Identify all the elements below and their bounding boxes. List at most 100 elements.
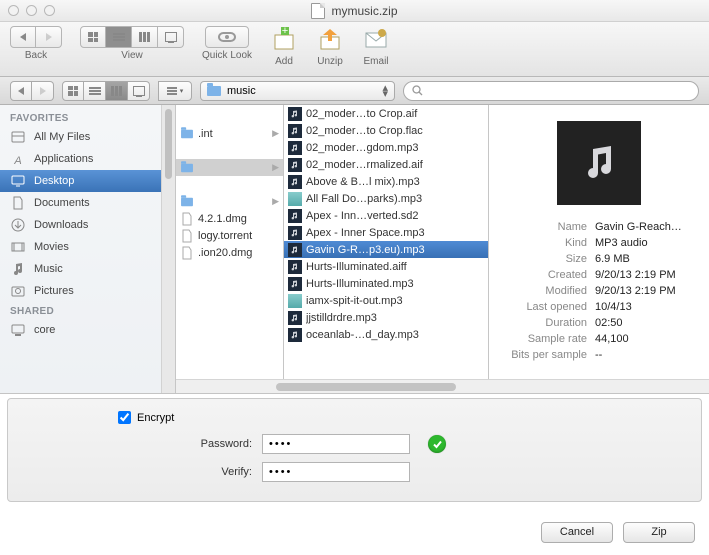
metadata-key: Size	[505, 253, 595, 265]
file-name: Hurts-Illuminated.aiff	[306, 261, 484, 273]
file-icon	[288, 243, 302, 257]
list-item[interactable]: Apex - Inner Space.mp3	[284, 224, 488, 241]
list-item[interactable]: jjstilldrdre.mp3	[284, 309, 488, 326]
file-icon	[288, 141, 302, 155]
folder-icon	[207, 86, 221, 96]
list-item[interactable]: 02_moder…gdom.mp3	[284, 139, 488, 156]
sidebar-item-pictures[interactable]: Pictures	[0, 280, 175, 302]
list-item[interactable]: logy.torrent	[176, 227, 283, 244]
path-folder-select[interactable]: music ▴▾	[200, 81, 395, 101]
list-item[interactable]: 4.2.1.dmg	[176, 210, 283, 227]
sidebar-item-applications[interactable]: A Applications	[0, 148, 175, 170]
list-item[interactable]: Above & B…l mix).mp3	[284, 173, 488, 190]
horizontal-scrollbar[interactable]	[176, 379, 709, 393]
file-icon	[288, 192, 302, 206]
sidebar-item-label: core	[34, 324, 55, 336]
sidebar-item-desktop[interactable]: Desktop	[0, 170, 175, 192]
close-window-button[interactable]	[8, 5, 19, 16]
file-icon	[180, 161, 194, 175]
list-item[interactable]: Hurts-Illuminated.mp3	[284, 275, 488, 292]
sidebar-item-all-my-files[interactable]: All My Files	[0, 126, 175, 148]
zoom-window-button[interactable]	[44, 5, 55, 16]
list-item[interactable]: Apex - Inn…verted.sd2	[284, 207, 488, 224]
file-name: jjstilldrdre.mp3	[306, 312, 484, 324]
sidebar-item-documents[interactable]: Documents	[0, 192, 175, 214]
metadata-row: Name Gavin G-Reach…	[505, 219, 693, 235]
list-item[interactable]: ▶	[176, 159, 283, 176]
metadata-value: MP3 audio	[595, 237, 693, 249]
list-item[interactable]: Hurts-Illuminated.aiff	[284, 258, 488, 275]
coverflow-view-seg[interactable]	[128, 81, 150, 101]
metadata-key: Kind	[505, 237, 595, 249]
list-item[interactable]: .ion20.dmg	[176, 244, 283, 261]
metadata-key: Sample rate	[505, 333, 595, 345]
list-item[interactable]: 02_moder…to Crop.aif	[284, 105, 488, 122]
path-bar: ▾ music ▴▾	[0, 77, 709, 105]
metadata-value: --	[595, 349, 693, 361]
icon-view-seg[interactable]	[62, 81, 84, 101]
quicklook-label: Quick Look	[202, 50, 252, 61]
documents-icon	[10, 195, 26, 211]
coverflow-view-button[interactable]	[158, 26, 184, 48]
zip-file-icon	[311, 3, 325, 19]
search-field[interactable]	[403, 81, 699, 101]
password-label: Password:	[26, 438, 252, 450]
movies-icon	[10, 239, 26, 255]
list-view-seg[interactable]	[84, 81, 106, 101]
file-icon	[288, 209, 302, 223]
encrypt-checkbox[interactable]	[118, 411, 131, 424]
file-icon	[180, 195, 194, 209]
back-button[interactable]	[10, 26, 36, 48]
email-button[interactable]	[362, 26, 390, 54]
chevron-right-icon: ▶	[269, 196, 279, 207]
file-name: 02_moder…gdom.mp3	[306, 142, 484, 154]
unzip-label: Unzip	[317, 56, 343, 67]
add-button[interactable]: +	[270, 26, 298, 54]
path-back-button[interactable]	[10, 81, 32, 101]
metadata-row: Kind MP3 audio	[505, 235, 693, 251]
sidebar-section-header: FAVORITES	[0, 109, 175, 126]
column-view-seg[interactable]	[106, 81, 128, 101]
icon-view-button[interactable]	[80, 26, 106, 48]
arrange-menu[interactable]: ▾	[158, 81, 192, 101]
password-field[interactable]: ••••	[262, 434, 410, 454]
list-item[interactable]: 02_moder…to Crop.flac	[284, 122, 488, 139]
sidebar-item-downloads[interactable]: Downloads	[0, 214, 175, 236]
sidebar-item-label: Documents	[34, 197, 90, 209]
file-icon	[288, 175, 302, 189]
list-item[interactable]: Gavin G-R…p3.eu).mp3	[284, 241, 488, 258]
list-item[interactable]: iamx-spit-it-out.mp3	[284, 292, 488, 309]
list-item[interactable]: oceanlab-…d_day.mp3	[284, 326, 488, 343]
list-item[interactable]: All Fall Do…parks).mp3	[284, 190, 488, 207]
file-icon	[288, 277, 302, 291]
cancel-button[interactable]: Cancel	[541, 522, 613, 543]
file-name: 4.2.1.dmg	[198, 213, 279, 225]
add-label: Add	[275, 56, 293, 67]
sidebar: FAVORITES All My Files A Applications De…	[0, 105, 176, 393]
file-name: .int	[198, 128, 265, 140]
path-forward-button[interactable]	[32, 81, 54, 101]
file-icon	[180, 229, 194, 243]
sidebar-item-core[interactable]: core	[0, 319, 175, 341]
list-item[interactable]: ▶	[176, 193, 283, 210]
quicklook-button[interactable]	[205, 26, 249, 48]
sidebar-item-music[interactable]: Music	[0, 258, 175, 280]
minimize-window-button[interactable]	[26, 5, 37, 16]
forward-button[interactable]	[36, 26, 62, 48]
unzip-button[interactable]	[316, 26, 344, 54]
zip-button[interactable]: Zip	[623, 522, 695, 543]
metadata-key: Bits per sample	[505, 349, 595, 361]
sidebar-item-movies[interactable]: Movies	[0, 236, 175, 258]
column-view-button[interactable]	[132, 26, 158, 48]
verify-field[interactable]: ••••	[262, 462, 410, 482]
list-view-button[interactable]	[106, 26, 132, 48]
metadata-row: Created 9/20/13 2:19 PM	[505, 267, 693, 283]
sidebar-scrollbar[interactable]	[161, 105, 175, 393]
file-name: Hurts-Illuminated.mp3	[306, 278, 484, 290]
chevron-right-icon: ▶	[269, 128, 279, 139]
list-item[interactable]: 02_moder…rmalized.aif	[284, 156, 488, 173]
all-my-files-icon	[10, 129, 26, 145]
file-name: oceanlab-…d_day.mp3	[306, 329, 484, 341]
file-icon	[288, 294, 302, 308]
list-item[interactable]: .int ▶	[176, 125, 283, 142]
